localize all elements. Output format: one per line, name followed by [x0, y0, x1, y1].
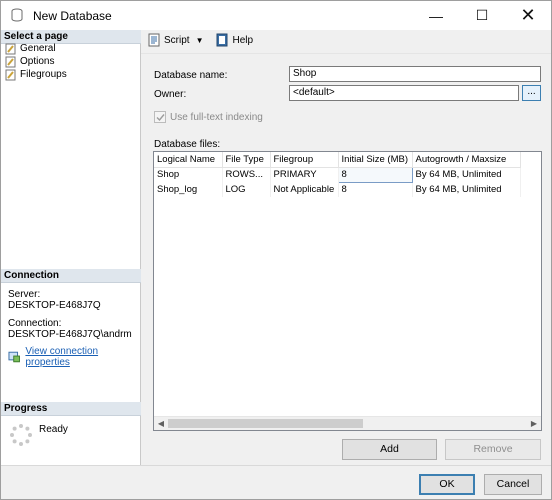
server-value: DESKTOP-E468J7Q [8, 300, 101, 311]
filegroup-cell[interactable]: Not Applicable [270, 182, 339, 197]
cancel-button[interactable]: Cancel [484, 474, 542, 495]
browse-owner-button[interactable]: ... [522, 85, 541, 101]
close-button[interactable]: ✕ [505, 1, 551, 30]
window-title: New Database [33, 9, 112, 23]
view-connection-properties-label: View connection properties [25, 346, 99, 368]
database-files-grid[interactable]: Logical Name File Type Filegroup Initial… [153, 151, 542, 431]
left-pane: Select a page General Options Filegroups… [1, 30, 141, 465]
add-button[interactable]: Add [342, 439, 437, 460]
remove-button[interactable]: Remove [445, 439, 541, 460]
progress-status: Ready [39, 424, 68, 435]
maximize-button[interactable]: ☐ [459, 1, 505, 30]
wrench-page-icon [5, 43, 16, 54]
new-database-dialog: New Database — ☐ ✕ Select a page General… [0, 0, 552, 500]
page-item-options[interactable]: Options [5, 55, 54, 68]
chevron-down-icon[interactable]: ▼ [196, 36, 204, 45]
page-item-filegroups[interactable]: Filegroups [5, 68, 67, 81]
initial-size-cell[interactable]: 8 [337, 166, 413, 183]
filegroup-cell[interactable]: PRIMARY [270, 167, 339, 182]
view-connection-properties-link[interactable]: View connection properties [8, 346, 140, 368]
fulltext-indexing-label: Use full-text indexing [170, 111, 263, 123]
wrench-page-icon [5, 69, 16, 80]
database-icon [11, 8, 23, 22]
page-item-label: Filegroups [20, 69, 67, 80]
owner-label: Owner: [154, 89, 187, 100]
column-header-filegroup[interactable]: Filegroup [270, 152, 339, 168]
page-item-label: General [20, 43, 56, 54]
column-header-file-type[interactable]: File Type [222, 152, 271, 168]
help-button[interactable]: Help [215, 33, 253, 47]
toolbar-divider [141, 53, 551, 54]
script-button[interactable]: Script ▼ [147, 33, 203, 47]
ok-button[interactable]: OK [419, 474, 475, 495]
title-bar: New Database — ☐ ✕ [1, 1, 551, 30]
fulltext-indexing-row: Use full-text indexing [154, 111, 263, 123]
initial-size-cell[interactable]: 8 [338, 182, 413, 197]
connection-value: DESKTOP-E468J7Q\andrm [8, 329, 132, 340]
table-row[interactable]: Shop ROWS... PRIMARY 8 By 64 MB, Unlimit… [154, 166, 521, 183]
help-label: Help [232, 34, 254, 46]
server-label: Server: [8, 289, 41, 300]
toolbar: Script ▼ Help [147, 31, 265, 49]
logical-name-cell[interactable]: Shop [154, 167, 223, 182]
autogrowth-cell[interactable]: By 64 MB, Unlimited [412, 182, 521, 197]
file-type-cell[interactable]: ROWS... [222, 167, 271, 182]
progress-spinner-icon [10, 424, 32, 446]
scroll-right-icon[interactable]: ▶ [527, 417, 541, 430]
minimize-button[interactable]: — [413, 1, 459, 30]
connection-properties-icon [8, 351, 20, 363]
progress-header: Progress [1, 402, 141, 416]
horizontal-scrollbar[interactable]: ◀ ▶ [154, 416, 541, 430]
column-header-logical-name[interactable]: Logical Name [154, 152, 223, 168]
script-label: Script [164, 34, 190, 46]
column-header-autogrowth[interactable]: Autogrowth / Maxsize [412, 152, 521, 168]
database-name-label: Database name: [154, 70, 228, 81]
fulltext-indexing-checkbox[interactable] [154, 111, 166, 123]
column-header-initial-size[interactable]: Initial Size (MB) [338, 152, 413, 168]
check-icon [156, 113, 165, 121]
scrollbar-thumb[interactable] [168, 419, 363, 428]
scroll-left-icon[interactable]: ◀ [154, 417, 168, 430]
page-item-general[interactable]: General [5, 42, 56, 55]
script-icon [148, 33, 160, 47]
wrench-page-icon [5, 56, 16, 67]
page-item-label: Options [20, 56, 55, 67]
connection-label: Connection: [8, 318, 62, 329]
help-book-icon [216, 33, 228, 47]
logical-name-cell[interactable]: Shop_log [154, 182, 223, 197]
autogrowth-cell[interactable]: By 64 MB, Unlimited [412, 167, 521, 182]
grid-header-row: Logical Name File Type Filegroup Initial… [154, 152, 521, 168]
database-name-input[interactable]: Shop [289, 66, 541, 82]
database-files-label: Database files: [154, 139, 221, 150]
connection-header: Connection [1, 269, 141, 283]
file-type-cell[interactable]: LOG [222, 182, 271, 197]
owner-input[interactable]: <default> [289, 85, 519, 101]
table-row[interactable]: Shop_log LOG Not Applicable 8 By 64 MB, … [154, 182, 521, 197]
